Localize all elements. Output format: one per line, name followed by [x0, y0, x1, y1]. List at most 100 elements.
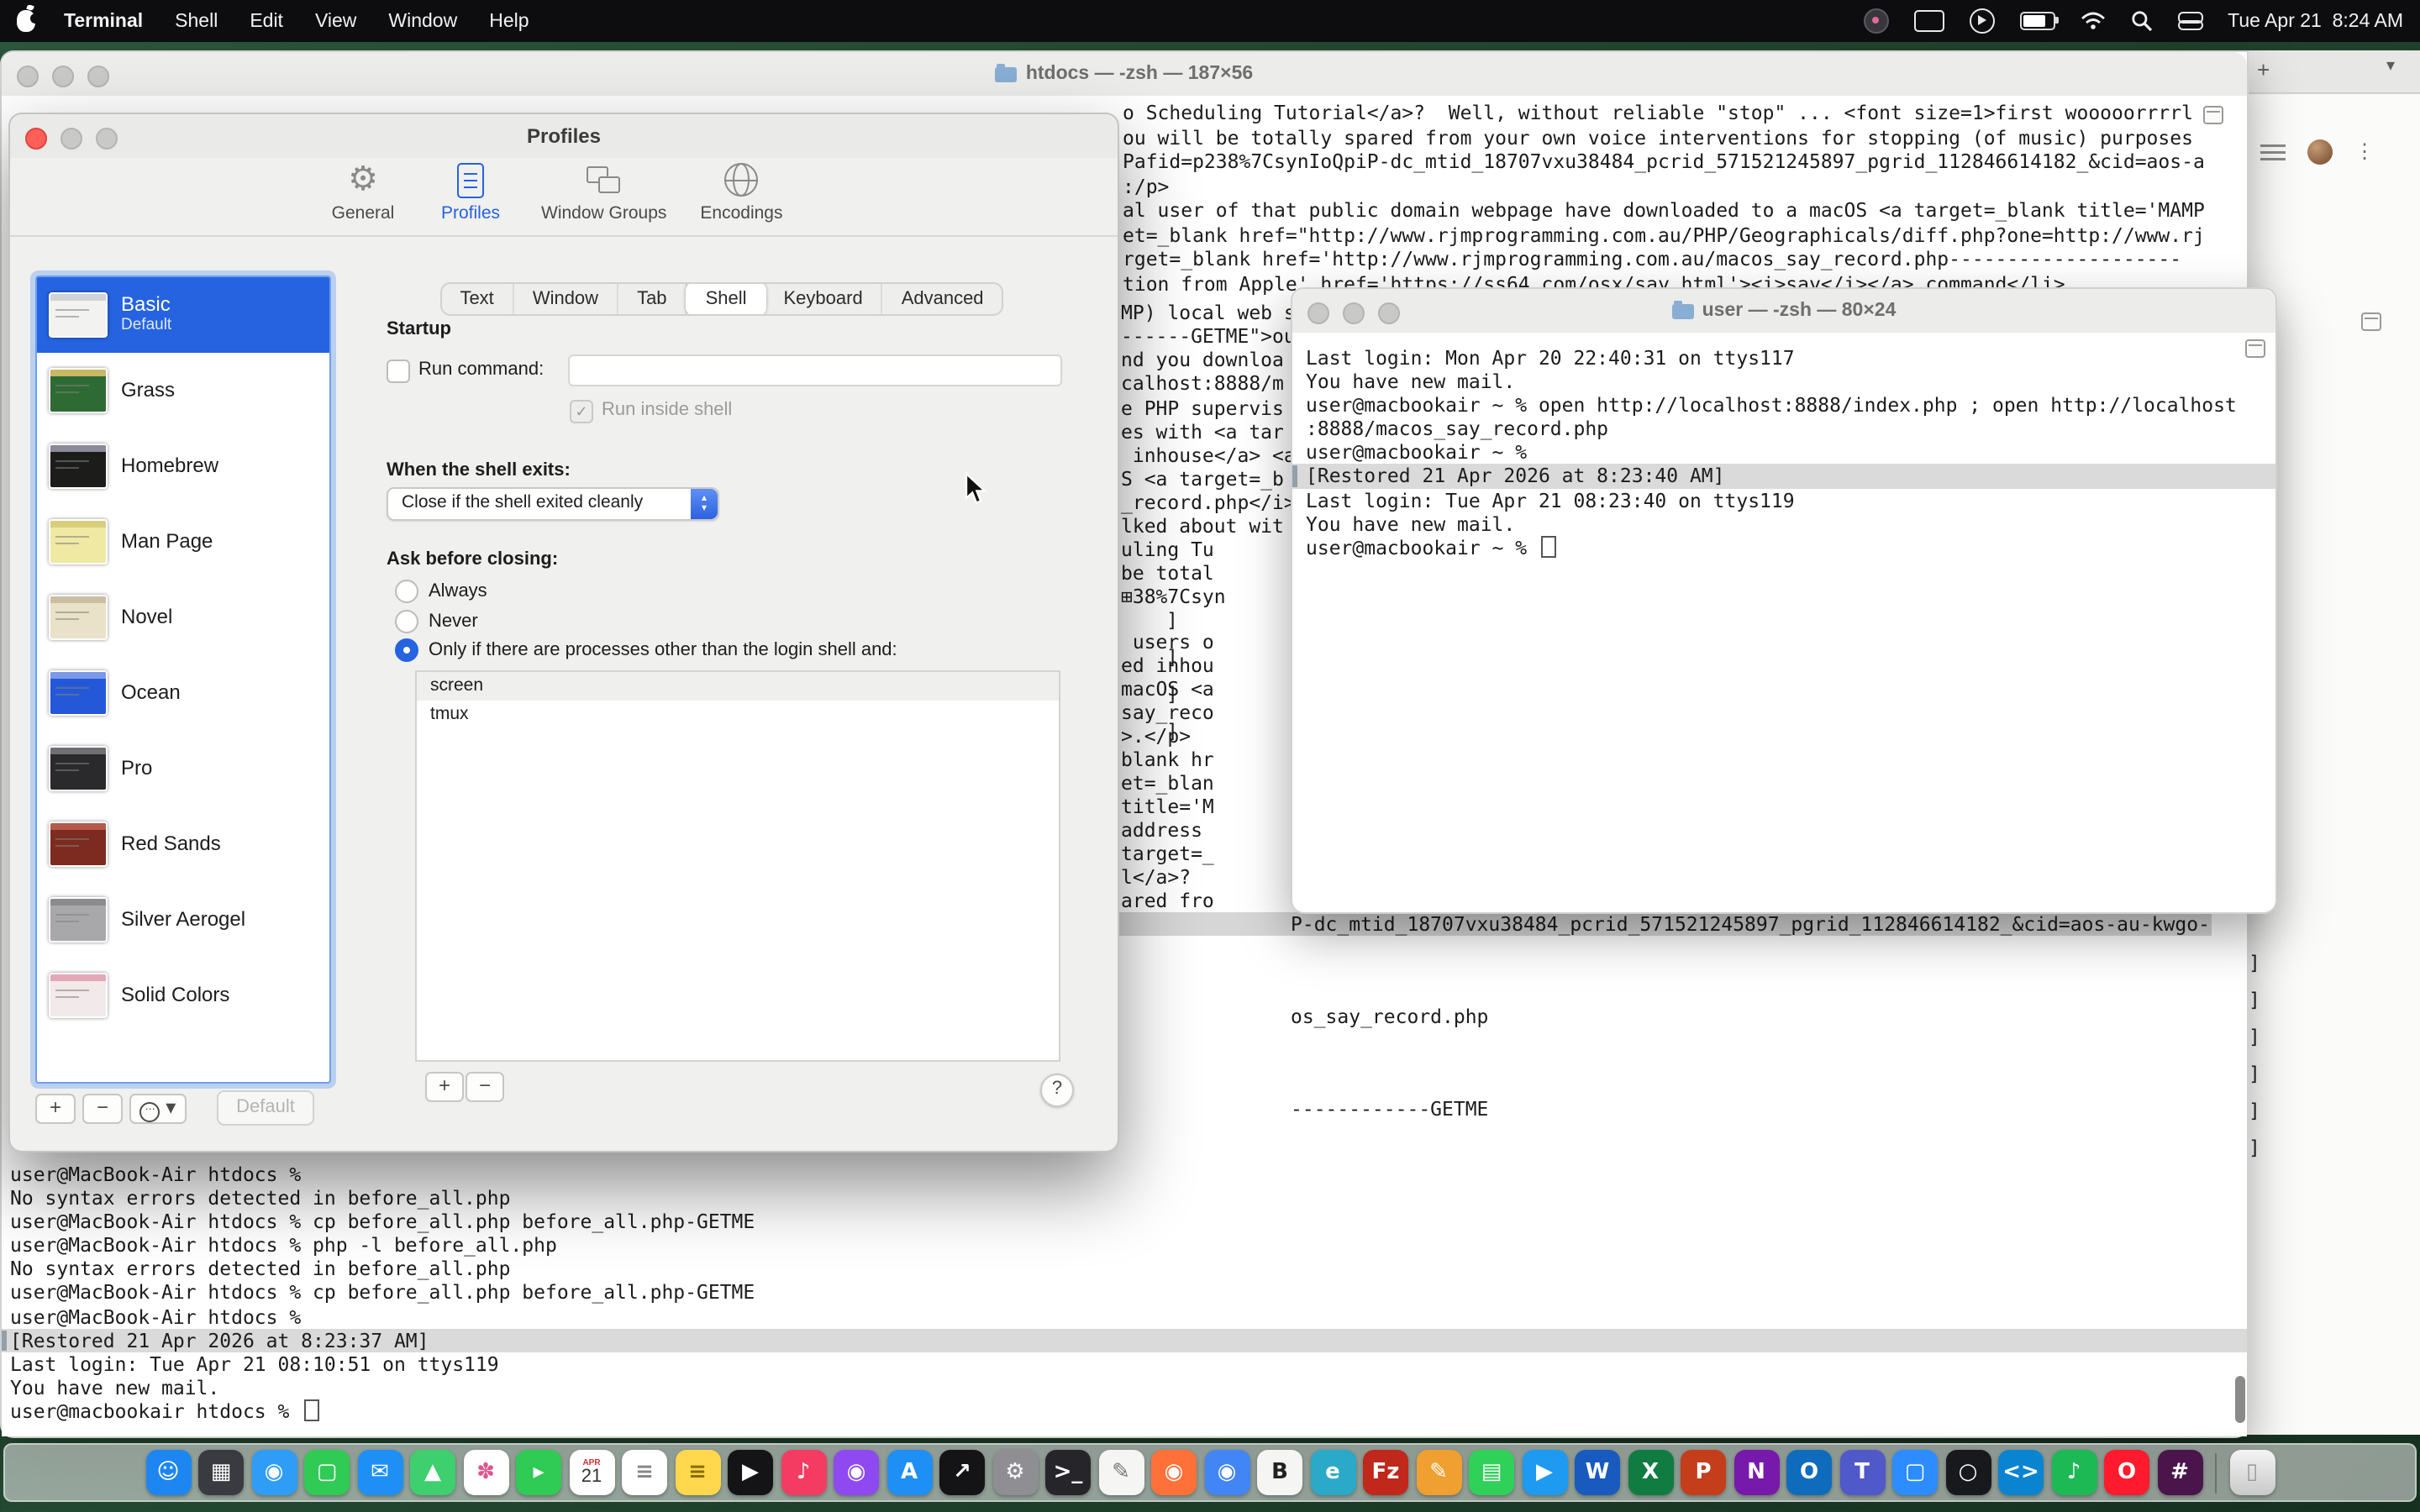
minimize-button[interactable]: [1343, 302, 1365, 323]
tab-window[interactable]: Window: [514, 284, 618, 314]
dock-item-music[interactable]: ♪: [781, 1450, 826, 1495]
dock-item-vscode[interactable]: <>: [1998, 1450, 2044, 1495]
minimize-button[interactable]: [52, 65, 74, 87]
avatar[interactable]: [2307, 139, 2333, 164]
profile-item-red-sands[interactable]: Red Sands: [37, 806, 329, 882]
dock-item-textedit[interactable]: ✎: [1098, 1450, 1144, 1495]
run-command-checkbox[interactable]: [387, 360, 410, 383]
menubar-item-view[interactable]: View: [315, 11, 356, 31]
profile-item-solid-colors[interactable]: Solid Colors: [37, 958, 329, 1033]
dock-item-photos[interactable]: ✽: [463, 1450, 508, 1495]
menubar-item-shell[interactable]: Shell: [175, 11, 218, 31]
dock-item-numbers[interactable]: ▤: [1469, 1450, 1514, 1495]
htdocs-titlebar[interactable]: htdocs — -zsh — 187×56: [2, 52, 2247, 97]
dock-item-zoom[interactable]: ▢: [1892, 1450, 1938, 1495]
tab-advanced[interactable]: Advanced: [883, 284, 1002, 314]
toolbar-item-window-groups[interactable]: Window Groups: [541, 161, 666, 223]
dock-item-podcasts[interactable]: ◉: [834, 1450, 879, 1495]
profile-item-basic[interactable]: BasicDefault: [37, 277, 329, 353]
tab-tab[interactable]: Tab: [618, 284, 687, 314]
radio-option-only-if-there[interactable]: Only if there are processes other than t…: [395, 638, 897, 662]
process-item-screen[interactable]: screen: [417, 672, 1059, 701]
wifi-icon[interactable]: [2080, 12, 2105, 30]
close-button[interactable]: [25, 127, 47, 149]
dock-item-terminal[interactable]: >_: [1045, 1450, 1091, 1495]
dock-item-word[interactable]: W: [1575, 1450, 1620, 1495]
user-titlebar[interactable]: user — -zsh — 80×24: [1292, 289, 2275, 334]
profile-item-man-page[interactable]: Man Page: [37, 504, 329, 580]
dock-item-facetime[interactable]: ▸: [516, 1450, 561, 1495]
add-process-button[interactable]: +: [425, 1072, 464, 1102]
remove-process-button[interactable]: −: [466, 1072, 504, 1102]
profiles-list[interactable]: BasicDefaultGrassHomebrewMan PageNovelOc…: [35, 276, 331, 1084]
dock-item-app-store[interactable]: A: [886, 1450, 932, 1495]
profile-actions-menu-button[interactable]: ⋯ ▾: [129, 1094, 187, 1124]
dock-item-maps[interactable]: ▲: [410, 1450, 455, 1495]
dock-item-spotify[interactable]: ♪: [2051, 1450, 2096, 1495]
zoom-button[interactable]: [87, 65, 109, 87]
process-list[interactable]: screentmux: [415, 670, 1060, 1062]
more-options-icon[interactable]: ⋮: [2354, 141, 2375, 161]
dock-item-edge[interactable]: e: [1310, 1450, 1355, 1495]
add-profile-button[interactable]: +: [35, 1094, 76, 1124]
menubar-item-help[interactable]: Help: [489, 11, 529, 31]
profile-item-novel[interactable]: Novel: [37, 580, 329, 655]
search-icon[interactable]: [2130, 10, 2152, 32]
profile-item-homebrew[interactable]: Homebrew: [37, 428, 329, 504]
user-terminal-content[interactable]: Last login: Mon Apr 20 22:40:31 on ttys1…: [1292, 333, 2275, 912]
profile-item-grass[interactable]: Grass: [37, 353, 329, 428]
tab-shell[interactable]: Shell: [686, 282, 767, 316]
radio-option-never[interactable]: Never: [395, 610, 478, 633]
control-center-icon[interactable]: [2177, 12, 2202, 30]
remove-profile-button[interactable]: −: [82, 1094, 123, 1124]
set-default-button[interactable]: Default: [217, 1090, 314, 1126]
toolbar-item-profiles[interactable]: Profiles: [434, 161, 508, 223]
dock-item-slack[interactable]: #: [2157, 1450, 2202, 1495]
dock-item-finder[interactable]: ☺: [145, 1450, 191, 1495]
dock-item-messages[interactable]: ▢: [304, 1450, 350, 1495]
play-circle-icon[interactable]: [1969, 8, 1994, 34]
dock-item-notes[interactable]: ≡: [675, 1450, 720, 1495]
menubar-clock[interactable]: Tue Apr 21 8:24 AM: [2228, 11, 2403, 31]
profile-item-pro[interactable]: Pro: [37, 731, 329, 806]
zoom-button[interactable]: [96, 127, 118, 149]
filters-icon[interactable]: [2260, 142, 2286, 160]
toolbar-item-encodings[interactable]: Encodings: [700, 161, 782, 223]
process-item-tmux[interactable]: tmux: [417, 701, 1059, 729]
dock-item-tv[interactable]: ▶: [728, 1450, 773, 1495]
dock-item-trash[interactable]: ▯: [2229, 1450, 2275, 1495]
dock-item-safari[interactable]: ◉: [251, 1450, 297, 1495]
toolbar-item-general[interactable]: ⚙General: [326, 161, 400, 223]
terminal-preferences-window[interactable]: Profiles ⚙GeneralProfilesWindow GroupsEn…: [8, 113, 1119, 1152]
minimize-button[interactable]: [60, 127, 82, 149]
battery-icon[interactable]: [2019, 12, 2054, 30]
new-tab-icon[interactable]: +: [2257, 57, 2270, 82]
dock-item-calendar[interactable]: APR21: [569, 1450, 614, 1495]
dock-item-mail[interactable]: ✉: [357, 1450, 402, 1495]
dock-item-excel[interactable]: X: [1628, 1450, 1673, 1495]
close-button[interactable]: [1307, 302, 1329, 323]
dock-item-teams[interactable]: T: [1839, 1450, 1885, 1495]
dock-item-firefox[interactable]: ◉: [1151, 1450, 1197, 1495]
dock-item-bbedit[interactable]: B: [1257, 1450, 1302, 1495]
dock-item-reminders[interactable]: ≡: [622, 1450, 667, 1495]
run-command-input[interactable]: [568, 354, 1062, 386]
help-button[interactable]: ?: [1040, 1074, 1074, 1107]
shell-exits-dropdown[interactable]: Close if the shell exited cleanly ▴▾: [387, 487, 719, 521]
dock-item-onenote[interactable]: N: [1733, 1450, 1779, 1495]
dock-item-pages[interactable]: ✎: [1416, 1450, 1461, 1495]
radio-option-always[interactable]: Always: [395, 580, 487, 603]
profile-item-ocean[interactable]: Ocean: [37, 655, 329, 731]
prefs-titlebar[interactable]: Profiles: [10, 114, 1118, 158]
app-status-icon[interactable]: [1863, 8, 1888, 34]
profile-item-silver-aerogel[interactable]: Silver Aerogel: [37, 882, 329, 958]
menubar-item-edit[interactable]: Edit: [250, 11, 283, 31]
dock-item-chrome[interactable]: ◉: [1204, 1450, 1249, 1495]
run-inside-shell-checkbox[interactable]: ✓: [570, 400, 593, 423]
dock-item-launchpad[interactable]: ▦: [198, 1450, 244, 1495]
dock-item-powerpoint[interactable]: P: [1681, 1450, 1726, 1495]
dock-item-stocks[interactable]: ↗: [939, 1450, 985, 1495]
dock-item-outlook[interactable]: O: [1786, 1450, 1832, 1495]
user-terminal-window[interactable]: user — -zsh — 80×24 Last login: Mon Apr …: [1291, 287, 2277, 914]
zoom-button[interactable]: [1378, 302, 1400, 323]
